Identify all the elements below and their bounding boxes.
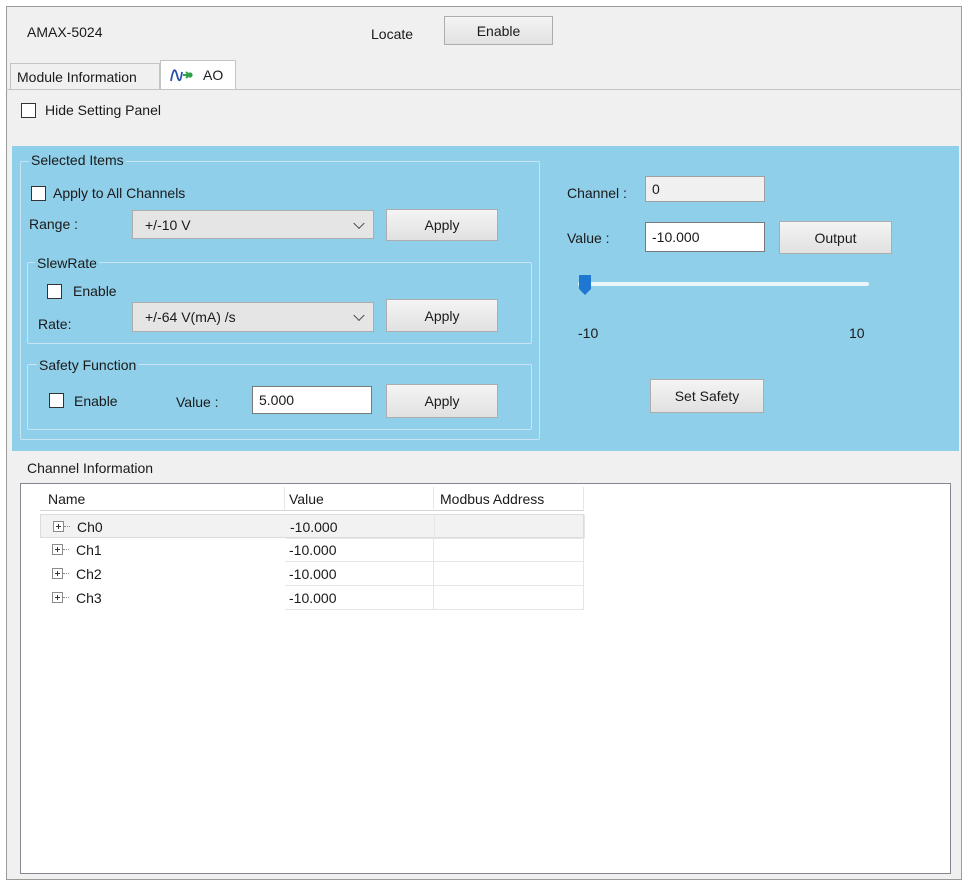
tab-ao[interactable]: AO xyxy=(160,60,236,90)
set-safety-button[interactable]: Set Safety xyxy=(650,379,764,413)
hide-setting-panel-label: Hide Setting Panel xyxy=(45,102,161,118)
apply-all-channels-label: Apply to All Channels xyxy=(53,185,186,201)
tree-connector xyxy=(63,549,69,551)
safety-apply-button[interactable]: Apply xyxy=(386,384,498,418)
chevron-down-icon xyxy=(353,217,365,229)
range-select-value: +/-10 V xyxy=(145,216,191,233)
apply-all-channels-checkbox[interactable] xyxy=(31,186,46,201)
module-name: AMAX-5024 xyxy=(27,24,103,40)
chevron-down-icon xyxy=(353,309,365,322)
expand-plus-icon[interactable] xyxy=(52,544,63,555)
selected-items-title: Selected Items xyxy=(29,152,126,168)
tree-header: Name Value Modbus Address xyxy=(40,487,584,511)
rate-select[interactable]: +/-64 V(mA) /s xyxy=(132,302,374,332)
safety-enable-checkbox[interactable] xyxy=(49,393,64,408)
channel-name: Ch3 xyxy=(76,590,102,606)
slewrate-enable-checkbox[interactable] xyxy=(47,284,62,299)
channel-name: Ch2 xyxy=(76,566,102,582)
safety-enable-label: Enable xyxy=(74,393,118,409)
channel-value: -10.000 xyxy=(285,562,434,586)
tab-module-information-label: Module Information xyxy=(17,69,137,85)
channel-name: Ch1 xyxy=(76,542,102,558)
table-row[interactable]: Ch3 -10.000 xyxy=(40,586,584,610)
rate-select-value: +/-64 V(mA) /s xyxy=(145,309,236,325)
channel-value: -10.000 xyxy=(286,515,435,539)
channel-value: -10.000 xyxy=(285,538,434,562)
tab-module-information[interactable]: Module Information xyxy=(10,63,160,89)
channel-modbus-address xyxy=(434,538,584,562)
expand-plus-icon[interactable] xyxy=(52,568,63,579)
ao-waveform-icon xyxy=(169,66,195,84)
output-button[interactable]: Output xyxy=(779,221,892,254)
enable-locate-button[interactable]: Enable xyxy=(444,16,553,45)
table-row[interactable]: Ch2 -10.000 xyxy=(40,562,584,586)
tree-connector xyxy=(64,526,70,528)
column-header-value[interactable]: Value xyxy=(285,487,434,511)
slewrate-enable-label: Enable xyxy=(73,283,117,299)
channel-name: Ch0 xyxy=(77,519,103,535)
safety-value-input[interactable]: 5.000 xyxy=(252,386,372,414)
channel-modbus-address xyxy=(434,562,584,586)
rate-apply-button[interactable]: Apply xyxy=(386,299,498,332)
rate-label: Rate: xyxy=(38,316,72,332)
channel-field: 0 xyxy=(645,176,765,202)
hide-setting-panel-checkbox[interactable] xyxy=(21,103,36,118)
table-row[interactable]: Ch0 -10.000 xyxy=(40,514,585,539)
value-label: Value : xyxy=(567,230,610,246)
range-select[interactable]: +/-10 V xyxy=(132,210,374,239)
range-apply-button[interactable]: Apply xyxy=(386,209,498,241)
output-slider-thumb[interactable] xyxy=(578,274,592,296)
channel-label: Channel : xyxy=(567,185,627,201)
safety-value-label: Value : xyxy=(176,394,219,410)
channel-modbus-address xyxy=(435,515,585,539)
tab-ao-label: AO xyxy=(203,67,224,83)
channel-value: -10.000 xyxy=(285,586,434,610)
slider-min-label: -10 xyxy=(578,325,599,341)
range-label: Range : xyxy=(29,216,79,232)
tree-connector xyxy=(63,597,69,599)
locate-label: Locate xyxy=(371,26,414,42)
column-header-name[interactable]: Name xyxy=(40,487,285,511)
table-row[interactable]: Ch1 -10.000 xyxy=(40,538,584,562)
channel-modbus-address xyxy=(434,586,584,610)
safety-function-title: Safety Function xyxy=(37,357,139,373)
expand-plus-icon[interactable] xyxy=(53,521,64,532)
tree-connector xyxy=(63,573,69,575)
slider-max-label: 10 xyxy=(849,325,865,341)
output-value-input[interactable]: -10.000 xyxy=(645,222,765,252)
channel-info-title: Channel Information xyxy=(27,460,154,476)
slewrate-title: SlewRate xyxy=(35,255,99,271)
tab-divider xyxy=(6,89,962,90)
column-header-modbus-address[interactable]: Modbus Address xyxy=(434,487,584,511)
output-slider-track[interactable] xyxy=(578,282,869,286)
expand-plus-icon[interactable] xyxy=(52,592,63,603)
